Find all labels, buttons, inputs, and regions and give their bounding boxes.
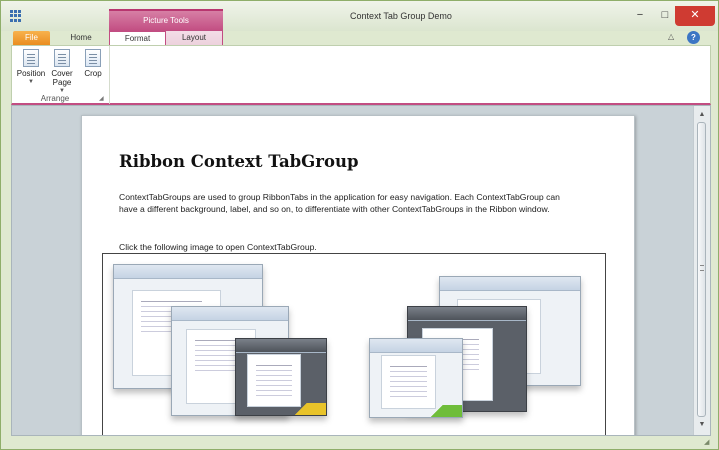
resize-grip-icon[interactable]: ◢ [704, 438, 709, 446]
dialog-launcher-icon[interactable]: ◢ [99, 95, 104, 102]
document-paragraph: ContextTabGroups are used to group Ribbo… [119, 192, 560, 215]
application-window: Context Tab Group Demo − □ ✕ Picture Too… [0, 0, 719, 450]
cover-page-icon [54, 49, 70, 67]
scroll-down-icon[interactable]: ▼ [694, 418, 710, 432]
vertical-scrollbar[interactable]: ▲ ▼ [693, 106, 710, 435]
preview-window [235, 338, 327, 416]
chevron-down-icon: ▼ [28, 79, 34, 85]
document-title: Ribbon Context TabGroup [119, 152, 359, 171]
position-button[interactable]: Position ▼ [16, 49, 46, 87]
scroll-up-icon[interactable]: ▲ [694, 108, 710, 122]
ribbon-tab-row: File Home Format Layout [1, 31, 718, 46]
close-button[interactable]: ✕ [675, 6, 715, 26]
crop-label: Crop [84, 69, 102, 78]
context-tabgroup-preview-image[interactable] [102, 253, 606, 435]
cover-page-button[interactable]: Cover Page ▼ [47, 49, 77, 96]
arrange-group-label: Arrange [40, 94, 70, 103]
tab-format[interactable]: Format [109, 31, 166, 46]
status-bar [1, 437, 718, 449]
minimize-ribbon-icon[interactable]: △ [668, 32, 674, 41]
minimize-button[interactable]: − [630, 6, 650, 26]
document-area[interactable]: Ribbon Context TabGroup ContextTabGroups… [11, 105, 711, 436]
crop-button[interactable]: Crop [78, 49, 108, 78]
document-instruction: Click the following image to open Contex… [119, 242, 317, 252]
cover-page-label: Cover Page [51, 69, 73, 87]
preview-window [369, 338, 463, 418]
position-label: Position [16, 69, 46, 78]
crop-icon [85, 49, 101, 67]
help-icon[interactable]: ? [687, 31, 700, 44]
app-grid-icon[interactable] [10, 10, 22, 22]
arrange-group: Position ▼ Cover Page ▼ Crop Arrange ◢ [12, 46, 110, 104]
picture-tools-context-group: Picture Tools [109, 9, 223, 31]
scroll-thumb[interactable] [697, 122, 706, 417]
position-icon [23, 49, 39, 67]
tab-layout[interactable]: Layout [166, 31, 223, 46]
ribbon-panel: Position ▼ Cover Page ▼ Crop Arrange ◢ [11, 45, 711, 105]
tab-home[interactable]: Home [59, 31, 103, 46]
window-title: Context Tab Group Demo [350, 11, 452, 21]
document-page: Ribbon Context TabGroup ContextTabGroups… [81, 115, 635, 435]
maximize-button[interactable]: □ [655, 6, 675, 26]
tab-file[interactable]: File [13, 31, 50, 46]
